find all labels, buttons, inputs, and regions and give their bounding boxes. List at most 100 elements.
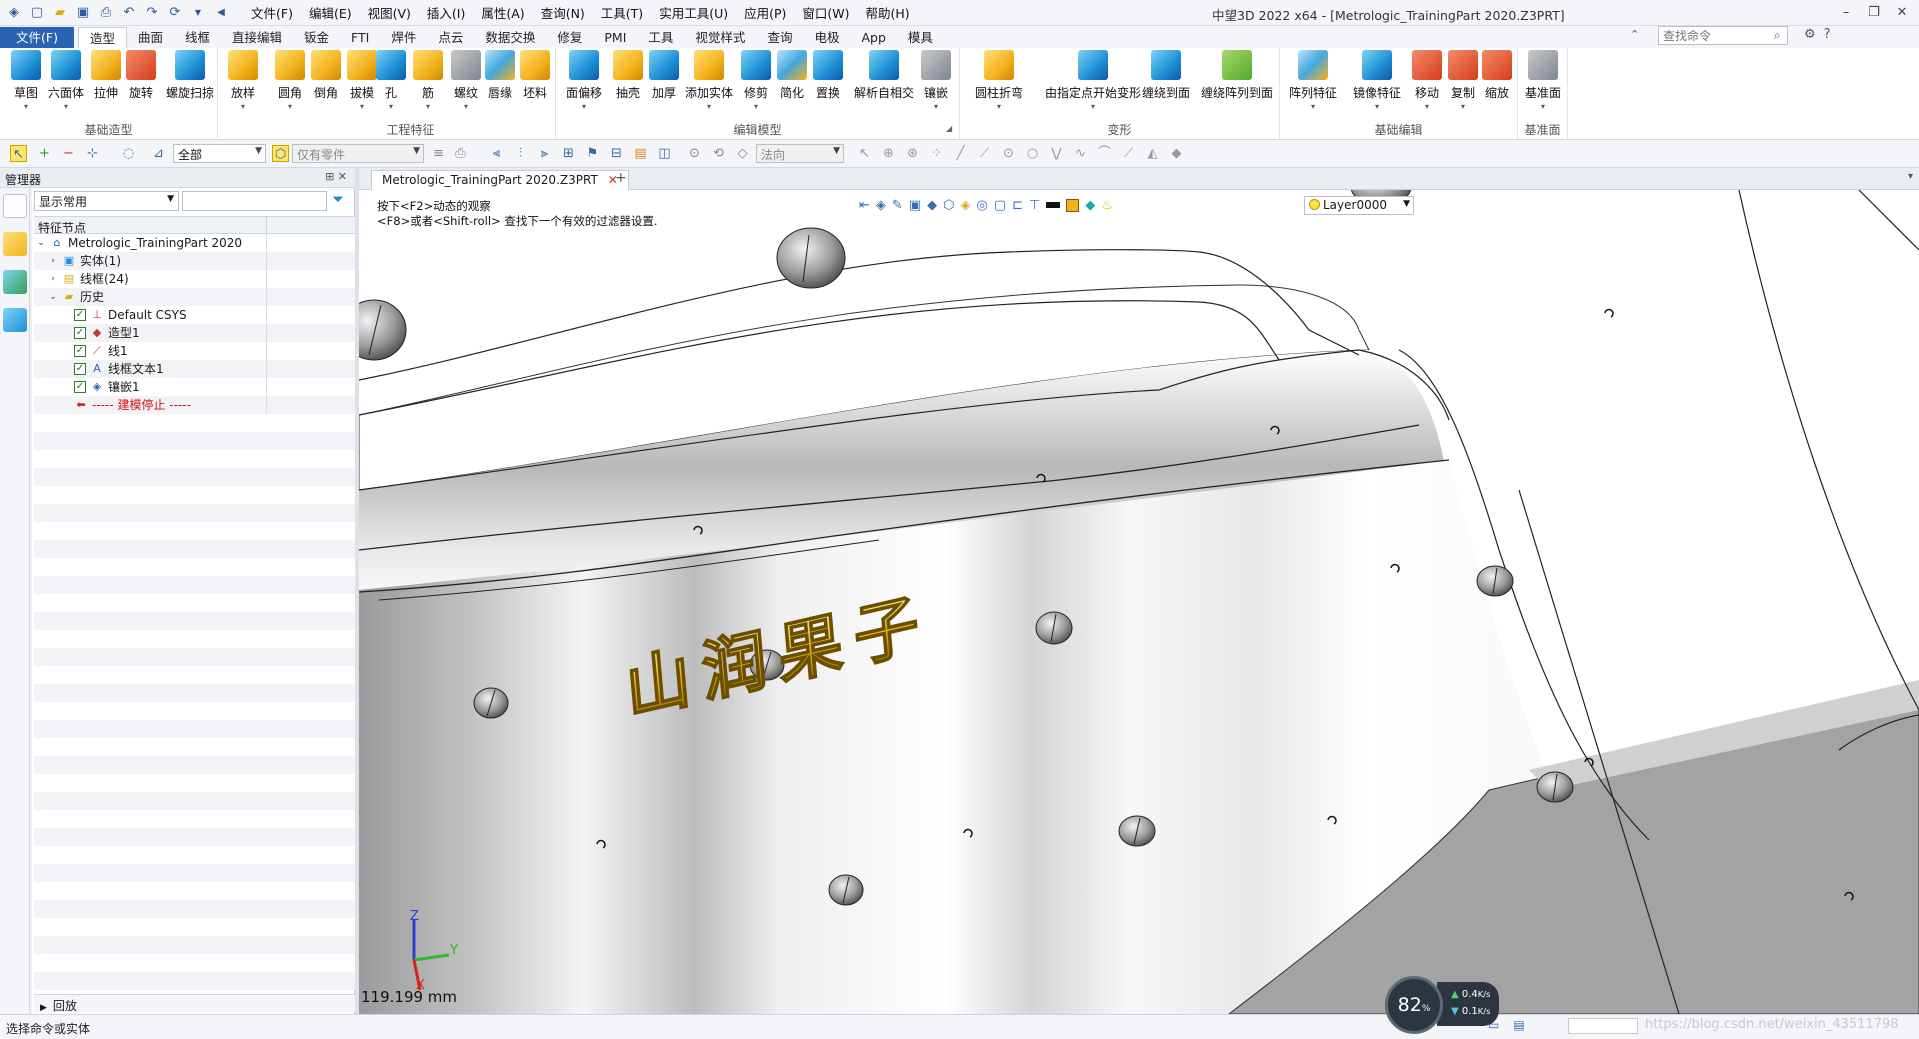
menu-view[interactable]: 视图(V) xyxy=(360,3,419,22)
box-button[interactable]: 六面体 ▾ xyxy=(46,50,86,111)
view-fit-icon[interactable]: ◈ xyxy=(876,198,886,213)
sketch-button[interactable]: 草图 ▾ xyxy=(6,50,46,111)
tree-node-modeling-stop[interactable]: ⬅ ----- 建模停止 ----- xyxy=(74,396,191,414)
angle-icon[interactable]: ⋁ xyxy=(1048,145,1065,162)
tree-node-shape1[interactable]: ✓ ◆ 造型1 xyxy=(74,324,140,342)
tab-data-exchange[interactable]: 数据交换 xyxy=(474,27,546,48)
thicken-button[interactable]: 加厚 xyxy=(644,50,684,101)
display-mode-icon[interactable]: ◈ xyxy=(960,198,970,213)
funnel-filter-icon[interactable]: ⏷ xyxy=(332,190,344,208)
spline-icon[interactable]: ∿ xyxy=(1072,145,1089,162)
display-filter-select[interactable]: 显示常用 ▼ xyxy=(34,191,179,211)
menu-help[interactable]: 帮助(H) xyxy=(858,3,918,22)
tree-node-wireframe[interactable]: › ▤ 线框(24) xyxy=(48,270,128,288)
close-icon[interactable]: ✕ xyxy=(1891,2,1913,22)
refresh-icon[interactable]: ⟳ xyxy=(165,3,185,23)
tab-query[interactable]: 查询 xyxy=(756,27,803,48)
deform-from-point-button[interactable]: 由指定点开始变形 ▾ xyxy=(1045,50,1141,111)
layer-select[interactable]: Layer0000 ▼ xyxy=(1304,196,1414,215)
distribute-icon[interactable]: ⊞ xyxy=(560,145,577,162)
tree-search-input[interactable] xyxy=(182,191,327,211)
remove-icon[interactable]: − xyxy=(60,145,77,162)
minimize-icon[interactable]: – xyxy=(1835,2,1857,22)
status-input-box[interactable] xyxy=(1568,1018,1638,1034)
tab-list-icon[interactable]: ▾ xyxy=(1908,171,1913,182)
black-color-swatch[interactable] xyxy=(1046,202,1061,208)
pattern-feature-button[interactable]: 阵列特征 ▾ xyxy=(1288,50,1338,111)
tree-node-line1[interactable]: ✓ ⟋ 线1 xyxy=(74,342,128,360)
tab-electrode[interactable]: 电极 xyxy=(803,27,850,48)
tab-pmi[interactable]: PMI xyxy=(593,27,637,48)
point-icon[interactable]: ⊕ xyxy=(880,145,897,162)
simplify-button[interactable]: 简化 xyxy=(772,50,812,101)
tab-visual-style[interactable]: 视觉样式 xyxy=(684,27,756,48)
shade-icon[interactable]: ◆ xyxy=(927,198,937,213)
tab-repair[interactable]: 修复 xyxy=(546,27,593,48)
stack-icon[interactable]: ≡ xyxy=(430,145,447,162)
shell-button[interactable]: 抽壳 xyxy=(608,50,648,101)
pen-icon[interactable]: ✎ xyxy=(892,198,903,213)
snap-icon[interactable]: ⊙ xyxy=(686,145,703,162)
tab-sheetmetal[interactable]: 钣金 xyxy=(293,27,340,48)
app-logo-icon[interactable]: ◈ xyxy=(4,3,24,23)
tab-mold[interactable]: 模具 xyxy=(897,27,944,48)
rotate-icon[interactable]: ⟲ xyxy=(710,145,727,162)
tab-surface[interactable]: 曲面 xyxy=(127,27,174,48)
menu-tools[interactable]: 工具(T) xyxy=(593,3,651,22)
scale-button[interactable]: 缩放 xyxy=(1480,50,1514,101)
open-folder-icon[interactable]: ▰ xyxy=(50,3,70,23)
wrap-to-face-button[interactable]: 缠绕到面 xyxy=(1140,50,1192,101)
print-preview-icon[interactable]: ⎙ xyxy=(452,145,469,162)
wrap-pattern-to-face-button[interactable]: 缠绕阵列到面 xyxy=(1198,50,1276,101)
tree-node-emboss1[interactable]: ✓ ◈ 镶嵌1 xyxy=(74,378,140,396)
lip-button[interactable]: 唇缘 xyxy=(480,50,520,101)
circle-icon[interactable]: ○ xyxy=(1024,145,1041,162)
move-button[interactable]: 移动 ▾ xyxy=(1410,50,1444,111)
tree-node-solid[interactable]: › ▣ 实体(1) xyxy=(48,252,121,270)
dots-icon[interactable]: ⁘ xyxy=(928,145,945,162)
filter-icon[interactable]: ⊿ xyxy=(150,145,167,162)
surface-icon[interactable]: ◭ xyxy=(1144,145,1161,162)
tab-fti[interactable]: FTI xyxy=(340,27,380,48)
grid-icon[interactable]: ⊟ xyxy=(608,145,625,162)
tab-point-cloud[interactable]: 点云 xyxy=(427,27,474,48)
menu-file[interactable]: 文件(F) xyxy=(243,3,301,22)
performance-monitor[interactable]: ▲ 0.4K/s ▼ 0.1K/s 82% xyxy=(1385,974,1505,1034)
window-icon[interactable]: ▤ xyxy=(1513,1018,1524,1032)
add-icon[interactable]: + xyxy=(36,145,53,162)
add-solid-button[interactable]: 添加实体 ▾ xyxy=(684,50,734,111)
visibility-checkbox[interactable]: ✓ xyxy=(74,363,86,375)
menu-apply[interactable]: 应用(P) xyxy=(736,3,794,22)
frame-icon[interactable]: ▢ xyxy=(994,198,1006,213)
tab-direct-edit[interactable]: 直接编辑 xyxy=(221,27,293,48)
visibility-checkbox[interactable]: ✓ xyxy=(74,381,86,393)
emboss-button[interactable]: 镶嵌 ▾ xyxy=(916,50,956,111)
tab-modeling[interactable]: 造型 xyxy=(77,27,127,48)
tab-weldment[interactable]: 焊件 xyxy=(380,27,427,48)
midpoint-icon[interactable]: ⟋ xyxy=(976,145,993,162)
folder-icon[interactable]: ▤ xyxy=(632,145,649,162)
copy-button[interactable]: 复制 ▾ xyxy=(1446,50,1480,111)
tab-wireframe[interactable]: 线框 xyxy=(174,27,221,48)
direction-select[interactable]: 法向 ▼ xyxy=(756,144,844,163)
tab-app[interactable]: App xyxy=(850,27,896,48)
loft-button[interactable]: 放样 ▾ xyxy=(223,50,263,111)
tree-node-part[interactable]: ⌄ ⌂ Metrologic_TrainingPart 2020 xyxy=(36,234,242,252)
help-icon[interactable]: ? xyxy=(1824,27,1831,42)
flag-icon[interactable]: ⚑ xyxy=(584,145,601,162)
visibility-checkbox[interactable]: ✓ xyxy=(74,327,86,339)
new-file-icon[interactable]: ▢ xyxy=(27,3,47,23)
stock-button[interactable]: 坯料 xyxy=(515,50,555,101)
fillet-button[interactable]: 圆角 ▾ xyxy=(270,50,310,111)
align-left-icon[interactable]: ⫷ xyxy=(488,145,505,162)
collapse-ribbon-icon[interactable]: ⌃ xyxy=(1630,28,1639,41)
settings-icon[interactable]: ⚙ xyxy=(1804,27,1816,42)
face-offset-button[interactable]: 面偏移 ▾ xyxy=(564,50,604,111)
replace-button[interactable]: 置换 xyxy=(808,50,848,101)
part-filter-select[interactable]: 仅有零件 ▼ xyxy=(292,144,424,163)
document-tab[interactable]: Metrologic_TrainingPart 2020.Z3PRT ✕ xyxy=(371,170,629,190)
menu-attribute[interactable]: 属性(A) xyxy=(473,3,532,22)
redo-icon[interactable]: ↷ xyxy=(142,3,162,23)
cylinder-bend-button[interactable]: 圆柱折弯 ▾ xyxy=(974,50,1024,111)
section-icon[interactable]: ◎ xyxy=(976,198,987,213)
